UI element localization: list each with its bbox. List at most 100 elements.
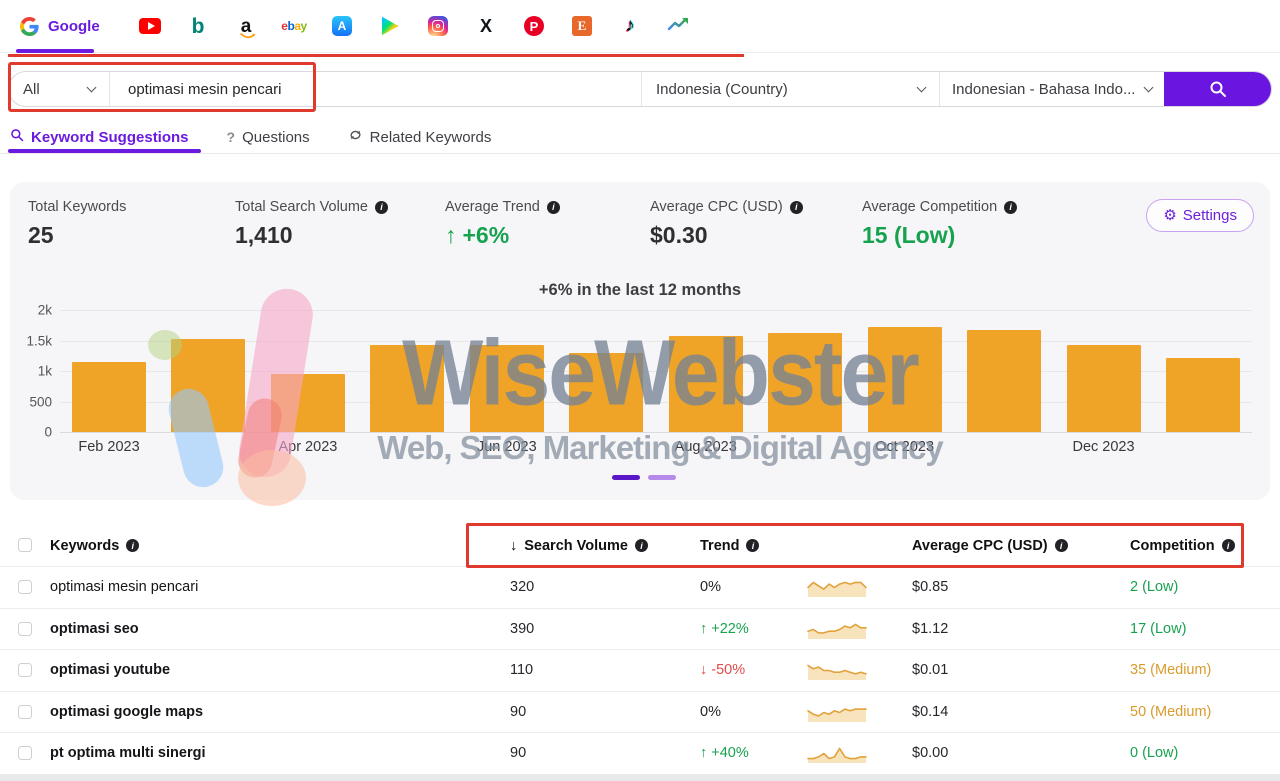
stat-value: ↑+6% [445, 222, 650, 249]
row-checkbox[interactable] [18, 705, 32, 719]
platform-tab-googleplay[interactable] [366, 6, 414, 46]
platform-tab-bing[interactable]: b [174, 6, 222, 46]
chart-page-dot-2[interactable] [648, 475, 676, 480]
chart-bar-sep-2023 [768, 333, 842, 432]
platform-tab-google[interactable]: Google [14, 6, 126, 46]
info-icon[interactable]: i [635, 539, 648, 552]
stat-value: $0.30 [650, 222, 862, 249]
search-volume-cell: 90 [510, 704, 526, 720]
keyword-cell[interactable]: optimasi google maps [50, 704, 203, 720]
info-icon[interactable]: i [790, 201, 803, 214]
keyword-cell[interactable]: optimasi youtube [50, 662, 170, 678]
sparkline-cell [806, 741, 868, 765]
competition-cell: 50 (Medium) [1130, 704, 1211, 720]
competition-cell: 0 (Low) [1130, 745, 1178, 761]
stat-label: Average Competition [862, 199, 997, 215]
keyword-cell[interactable]: optimasi seo [50, 621, 139, 637]
scope-dropdown[interactable]: All [9, 72, 110, 106]
sparkline-chart [806, 617, 868, 641]
row-checkbox[interactable] [18, 580, 32, 594]
chart-page-dot-1[interactable] [612, 475, 640, 480]
tab-keyword-suggestions[interactable]: Keyword Suggestions [10, 128, 189, 146]
row-checkbox[interactable] [18, 663, 32, 677]
y-tick-label: 500 [29, 394, 52, 409]
x-tick-label: Aug 2023 [669, 439, 743, 455]
platform-tab-pinterest[interactable]: P [510, 6, 558, 46]
keyword-cell[interactable]: optimasi mesin pencari [50, 579, 198, 595]
stats-row: Total Keywords25Total Search Volumei1,41… [28, 199, 1254, 249]
tab-related-keywords[interactable]: Related Keywords [348, 128, 492, 146]
stat-label: Average CPC (USD) [650, 199, 783, 215]
stat-value: 25 [28, 222, 235, 249]
table-body: optimasi mesin pencari3200%$0.852 (Low)o… [0, 567, 1280, 775]
platform-tab-tiktok[interactable]: ♪ [606, 6, 654, 46]
country-dropdown[interactable]: Indonesia (Country) [641, 72, 939, 106]
keyword-cell[interactable]: pt optima multi sinergi [50, 745, 205, 761]
platform-label: Google [48, 18, 100, 35]
sparkline-chart [806, 575, 868, 599]
chevron-down-icon [87, 83, 97, 93]
language-value: Indonesian - Bahasa Indo... [952, 81, 1135, 98]
info-icon[interactable]: i [1055, 539, 1068, 552]
row-checkbox[interactable] [18, 746, 32, 760]
table-header: Keywordsi ↓Search Volumei Trendi Average CP… [0, 524, 1280, 567]
platform-tab-x[interactable]: X [462, 6, 510, 46]
amazon-icon: a [241, 17, 252, 36]
chart-bar-oct-2023 [868, 327, 942, 432]
x-tick-label [768, 439, 842, 455]
chart-y-axis: 2k1.5k1k5000 [14, 310, 54, 432]
cpc-cell: $0.85 [912, 579, 948, 595]
column-header-search-volume[interactable]: ↓Search Volumei [510, 524, 648, 567]
overview-card: Total Keywords25Total Search Volumei1,41… [10, 182, 1270, 500]
info-icon[interactable]: i [1004, 201, 1017, 214]
platform-tab-amazon[interactable]: a [222, 6, 270, 46]
info-icon[interactable]: i [375, 201, 388, 214]
sparkline-chart [806, 741, 868, 765]
chart-bar-apr-2023 [271, 374, 345, 432]
info-icon[interactable]: i [126, 539, 139, 552]
divider [0, 153, 1280, 154]
stat-label: Total Keywords [28, 199, 126, 215]
x-tick-label: Feb 2023 [72, 439, 146, 455]
chart-bar-aug-2023 [669, 336, 743, 432]
info-icon[interactable]: i [547, 201, 560, 214]
column-header-average-cpc-usd-[interactable]: Average CPC (USD)i [912, 524, 1068, 567]
chart-bar-jul-2023 [569, 353, 643, 432]
tiktok-icon: ♪ [625, 15, 635, 37]
platform-tab-instagram[interactable] [414, 6, 462, 46]
chart-bar-nov-2023 [967, 330, 1041, 432]
column-header-trend[interactable]: Trendi [700, 524, 759, 567]
x-tick-label [370, 439, 444, 455]
platform-tab-etsy[interactable]: E [558, 6, 606, 46]
platform-tab-youtube[interactable] [126, 6, 174, 46]
platform-tab-ebay[interactable]: ebay [270, 6, 318, 46]
etsy-icon: E [572, 16, 592, 36]
column-header-competition[interactable]: Competitioni [1130, 524, 1235, 567]
column-header-keywords[interactable]: Keywordsi [50, 524, 139, 567]
sort-desc-icon: ↓ [510, 538, 517, 554]
search-button[interactable] [1164, 72, 1271, 106]
pinterest-icon: P [524, 16, 544, 36]
info-icon[interactable]: i [1222, 539, 1235, 552]
table-row: optimasi youtube110↓ -50%$0.0135 (Medium… [0, 650, 1280, 692]
stat-total-keywords: Total Keywords 25 [28, 199, 235, 249]
youtube-icon [139, 18, 161, 34]
sparkline-cell [806, 617, 868, 641]
chart-bar-may-2023 [370, 345, 444, 432]
info-icon[interactable]: i [746, 539, 759, 552]
tab-questions[interactable]: ?Questions [227, 129, 310, 146]
chart-bar-feb-2023 [72, 362, 146, 432]
trend-up-arrow-icon: ↑ [445, 222, 457, 249]
select-all-checkbox[interactable] [18, 538, 32, 552]
row-checkbox[interactable] [18, 622, 32, 636]
search-input[interactable] [114, 81, 637, 98]
cpc-cell: $1.12 [912, 621, 948, 637]
language-dropdown[interactable]: Indonesian - Bahasa Indo... [939, 72, 1164, 106]
platform-tab-trends[interactable] [654, 6, 702, 46]
platform-tab-bar: Google baebayA XP E ♪ [0, 0, 1280, 53]
platform-tab-appstore[interactable]: A [318, 6, 366, 46]
settings-button[interactable]: ⚙Settings [1146, 199, 1254, 232]
table-row: optimasi google maps900%$0.1450 (Medium) [0, 692, 1280, 734]
annotation-line [8, 54, 744, 57]
question-icon: ? [227, 129, 236, 146]
